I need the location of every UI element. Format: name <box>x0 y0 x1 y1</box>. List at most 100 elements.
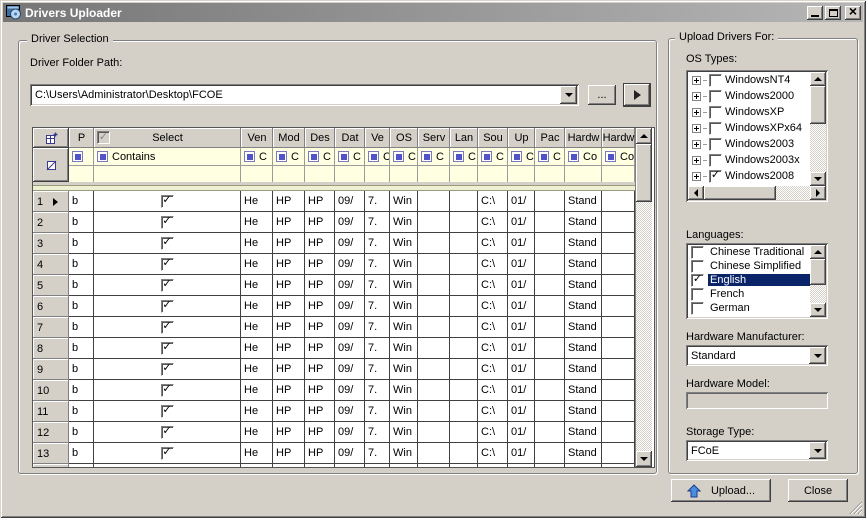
scroll-up-button[interactable] <box>810 245 826 259</box>
row-header[interactable]: 11 <box>33 401 69 422</box>
column-header-ve[interactable]: Ve <box>365 128 390 148</box>
filter-value-cell[interactable] <box>602 166 635 182</box>
cell-lan[interactable] <box>450 422 478 443</box>
cell-serv[interactable] <box>418 443 450 464</box>
cell-mod[interactable]: HP <box>273 254 305 275</box>
cell-mod[interactable]: HP <box>273 233 305 254</box>
filter-value-cell[interactable] <box>535 166 565 182</box>
cell-hardw-2[interactable] <box>602 380 635 401</box>
column-header-mod[interactable]: Mod <box>273 128 305 148</box>
scroll-down-button[interactable] <box>810 303 826 317</box>
cell-des[interactable]: HP <box>305 380 335 401</box>
cell-mod[interactable]: HP <box>273 191 305 212</box>
cell-up[interactable]: 01/ <box>508 254 535 275</box>
cell-des[interactable]: HP <box>305 296 335 317</box>
scroll-left-button[interactable] <box>688 186 704 200</box>
cell-hardw[interactable]: Stand <box>565 254 602 275</box>
filter-icon[interactable] <box>421 151 432 162</box>
cell-p[interactable]: b <box>69 380 94 401</box>
tree-expand-icon[interactable] <box>692 92 701 101</box>
cell-ven[interactable]: He <box>241 380 273 401</box>
storage-type-combo[interactable]: FCoE <box>686 440 828 461</box>
filter-cell-select[interactable]: Contains <box>94 148 241 166</box>
cell-pac[interactable] <box>535 317 565 338</box>
cell-des[interactable]: HP <box>305 317 335 338</box>
filter-icon[interactable] <box>276 151 287 162</box>
close-dialog-button[interactable]: Close <box>788 479 848 502</box>
cell-sou[interactable]: C:\ <box>478 317 508 338</box>
cell-hardw-2[interactable] <box>602 233 635 254</box>
cell-ven[interactable]: He <box>241 359 273 380</box>
cell-hardw-2[interactable] <box>602 338 635 359</box>
cell-dat[interactable]: 09/ <box>335 401 365 422</box>
filter-icon[interactable] <box>453 151 464 162</box>
cell-lan[interactable] <box>450 443 478 464</box>
filter-cell-dat[interactable]: C <box>335 148 365 166</box>
cell-lan[interactable] <box>450 359 478 380</box>
cell-mod[interactable]: HP <box>273 443 305 464</box>
cell-pac[interactable] <box>535 443 565 464</box>
cell-mod[interactable]: HP <box>273 296 305 317</box>
cell-mod[interactable]: HP <box>273 212 305 233</box>
filter-cell-pac[interactable]: C <box>535 148 565 166</box>
scroll-right-button[interactable] <box>810 186 826 200</box>
cell-pac[interactable] <box>535 359 565 380</box>
hardware-manufacturer-value[interactable]: Standard <box>686 345 809 366</box>
cell-os[interactable]: Win <box>390 254 418 275</box>
cell-lan[interactable] <box>450 296 478 317</box>
row-header[interactable]: 2 <box>33 212 69 233</box>
cell-hardw-2[interactable] <box>602 191 635 212</box>
filter-icon[interactable] <box>244 151 255 162</box>
cell-up[interactable]: 01/ <box>508 401 535 422</box>
languages-vscrollbar[interactable] <box>810 245 826 317</box>
resize-grip[interactable] <box>849 501 862 514</box>
languages-listbox[interactable]: Chinese TraditionalChinese SimplifiedEng… <box>686 243 828 319</box>
cell-select[interactable] <box>94 359 241 380</box>
filter-cell-des[interactable]: C <box>305 148 335 166</box>
row-header[interactable]: 13 <box>33 443 69 464</box>
column-header-hardw[interactable]: Hardw <box>565 128 602 148</box>
cell-ven[interactable]: He <box>241 275 273 296</box>
cell-p[interactable]: b <box>69 275 94 296</box>
cell-lan[interactable] <box>450 191 478 212</box>
cell-des[interactable]: HP <box>305 443 335 464</box>
os-type-item[interactable]: Windows2000 <box>688 88 810 104</box>
cell-p[interactable]: b <box>69 401 94 422</box>
filter-cell-p[interactable] <box>69 148 94 166</box>
tree-expand-icon[interactable] <box>692 108 701 117</box>
row-header[interactable]: 12 <box>33 422 69 443</box>
maximize-button[interactable] <box>825 6 841 20</box>
row-select-checkbox[interactable] <box>161 279 174 292</box>
scrollbar-thumb[interactable] <box>810 86 826 124</box>
cell-hardw[interactable]: Stand <box>565 359 602 380</box>
cell-select[interactable] <box>94 254 241 275</box>
cell-sou[interactable]: C:\ <box>478 275 508 296</box>
row-select-checkbox[interactable] <box>161 363 174 376</box>
cell-ven[interactable]: He <box>241 317 273 338</box>
filter-cell-ve[interactable]: C <box>365 148 390 166</box>
cell-sou[interactable]: C:\ <box>478 212 508 233</box>
cell-mod[interactable]: HP <box>273 317 305 338</box>
filter-icon[interactable] <box>481 151 492 162</box>
language-checkbox[interactable] <box>691 260 704 273</box>
filter-cell-lan[interactable]: C <box>450 148 478 166</box>
cell-hardw-2[interactable] <box>602 254 635 275</box>
filter-cell-up[interactable]: C <box>508 148 535 166</box>
filter-cell-sou[interactable]: C <box>478 148 508 166</box>
cell-pac[interactable] <box>535 338 565 359</box>
cell-lan[interactable] <box>450 254 478 275</box>
cell-p[interactable]: b <box>69 359 94 380</box>
cell-select[interactable] <box>94 233 241 254</box>
cell-hardw-2[interactable] <box>602 422 635 443</box>
cell-hardw-2[interactable] <box>602 359 635 380</box>
filter-value-cell[interactable] <box>565 166 602 182</box>
cell-mod[interactable]: HP <box>273 275 305 296</box>
column-header-dat[interactable]: Dat <box>335 128 365 148</box>
cell-hardw[interactable]: Stand <box>565 233 602 254</box>
cell-serv[interactable] <box>418 317 450 338</box>
filter-value-cell[interactable] <box>450 166 478 182</box>
cell-sou[interactable]: C:\ <box>478 254 508 275</box>
language-item[interactable]: English <box>688 273 810 287</box>
upload-button[interactable]: Upload... <box>671 479 771 502</box>
cell-os[interactable]: Win <box>390 191 418 212</box>
